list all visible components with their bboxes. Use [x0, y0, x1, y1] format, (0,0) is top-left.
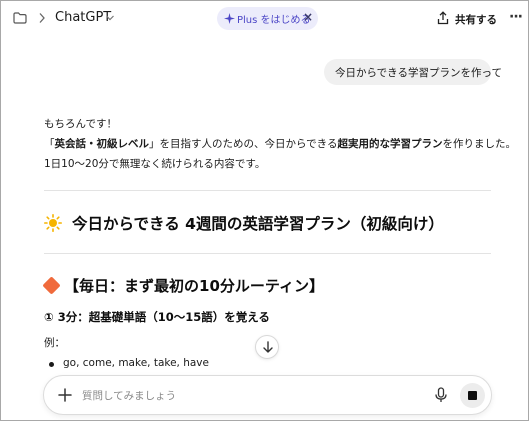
prompt-input[interactable]: [82, 387, 422, 404]
top-bar: ChatGPT Plus をはじめる × 共有する ···: [1, 1, 528, 37]
stop-generating-button[interactable]: [460, 383, 485, 408]
folder-icon[interactable]: [13, 12, 27, 24]
close-icon[interactable]: ×: [303, 10, 313, 24]
add-attachment-icon[interactable]: [57, 387, 73, 403]
bullet-icon: [49, 362, 54, 367]
share-label: 共有する: [455, 14, 497, 26]
step-1-heading: ① 3分：超基礎単語（10〜15語）を覚える: [44, 310, 270, 324]
plan-title: 今日からできる 4週間の英語学習プラン（初級向け）: [72, 215, 444, 233]
chevron-down-icon[interactable]: [105, 14, 115, 22]
sun-icon: [44, 214, 62, 232]
assistant-intro-2: 1日10〜20分で無理なく続けられる内容です。: [44, 158, 266, 170]
arrow-down-icon: [263, 341, 273, 353]
example-label: 例：: [44, 337, 65, 349]
assistant-greeting: もちろんです！: [44, 118, 117, 130]
plus-upgrade-label: Plus をはじめる: [237, 15, 311, 26]
more-options-icon[interactable]: ···: [509, 9, 525, 27]
divider: [44, 253, 491, 254]
daily-heading-text: 【毎日：まず最初の10分ルーティン】: [64, 277, 324, 295]
orange-diamond-icon: [42, 276, 61, 295]
share-icon: [437, 11, 449, 25]
user-message-text: 今日からできる学習プランを作って: [335, 67, 502, 79]
intro-text: 」を目指す人のための、今日からできる: [149, 138, 338, 150]
sparkle-icon: [224, 13, 235, 24]
app-window: ChatGPT Plus をはじめる × 共有する ··· 今日からできる学習プ…: [0, 0, 529, 421]
intro-emphasis-plan: 超実用的な学習プラン: [337, 138, 443, 150]
intro-text: を作りました。: [442, 138, 516, 150]
stop-icon: [468, 391, 477, 400]
list-item: go, come, make, take, have: [63, 357, 209, 369]
assistant-intro: 「英会話・初級レベル」を目指す人のための、今日からできる超実用的な学習プランを作…: [44, 136, 516, 151]
message-composer: [43, 375, 492, 415]
share-button[interactable]: 共有する: [435, 7, 497, 31]
mic-icon[interactable]: [434, 387, 448, 403]
model-selector[interactable]: ChatGPT: [55, 10, 111, 25]
intro-emphasis-level: 英会話・初級レベル: [54, 138, 150, 150]
plus-upgrade-button[interactable]: Plus をはじめる ×: [217, 7, 318, 30]
chevron-right-icon: [39, 13, 45, 23]
divider: [44, 190, 491, 191]
user-message-bubble: 今日からできる学習プランを作って: [324, 59, 502, 85]
scroll-to-bottom-button[interactable]: [255, 335, 279, 359]
intro-text: 「: [44, 138, 55, 150]
